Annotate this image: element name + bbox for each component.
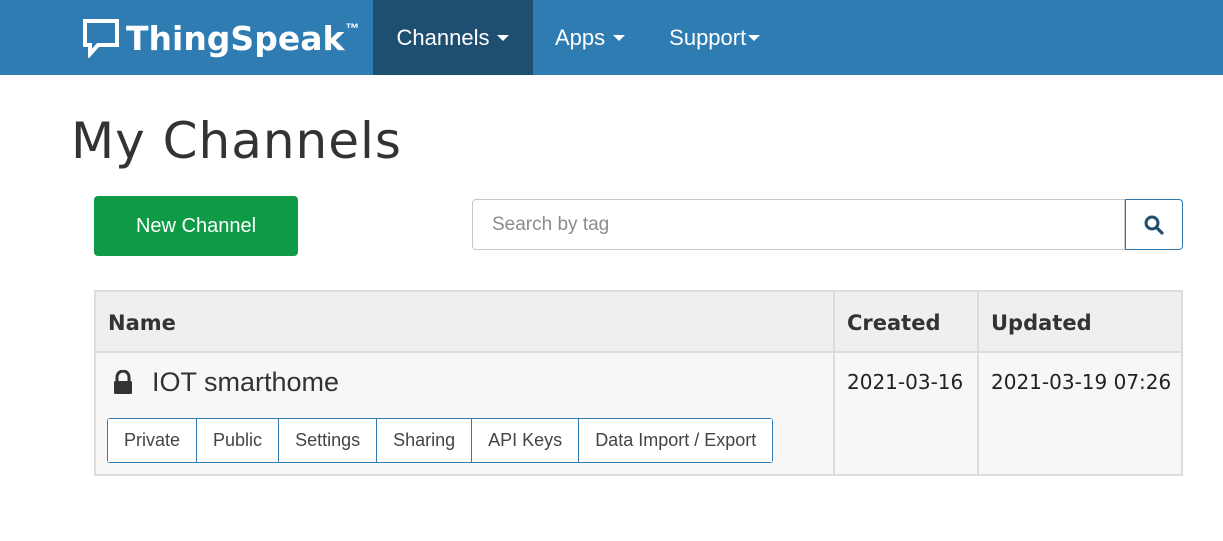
brand-name: ThingSpeak [126, 18, 345, 58]
table-row: IOT smarthome Private Public Settings Sh… [96, 353, 1181, 474]
nav-item-channels[interactable]: Channels [373, 0, 533, 75]
new-channel-button[interactable]: New Channel [94, 196, 298, 256]
top-navbar: ThingSpeak ™ Channels Apps Support [0, 0, 1223, 75]
data-import-export-button[interactable]: Data Import / Export [579, 419, 773, 462]
sharing-button[interactable]: Sharing [377, 419, 473, 462]
search-icon [1144, 215, 1164, 235]
search-button[interactable] [1125, 199, 1183, 250]
speech-bubble-icon [83, 19, 119, 58]
api-keys-button[interactable]: API Keys [472, 419, 580, 462]
tag-search [472, 199, 1183, 250]
header-updated: Updated [991, 310, 1092, 335]
brand-logo[interactable]: ThingSpeak ™ [82, 17, 359, 59]
channel-name[interactable]: IOT smarthome [112, 367, 339, 398]
page-title: My Channels [71, 112, 402, 170]
brand-trademark: ™ [345, 20, 360, 36]
lock-icon [114, 369, 132, 394]
nav-label-support: Support [669, 24, 747, 50]
caret-down-icon [613, 34, 626, 41]
channel-actions: Private Public Settings Sharing API Keys… [107, 418, 774, 463]
search-input[interactable] [472, 199, 1125, 250]
column-divider [977, 292, 979, 474]
caret-down-icon [748, 34, 761, 41]
channels-table: Name Created Updated IOT smarthome Priva… [94, 290, 1183, 476]
main-nav: Channels Apps Support [373, 0, 782, 75]
private-view-button[interactable]: Private [108, 419, 198, 462]
header-created: Created [847, 310, 941, 335]
header-name: Name [108, 310, 176, 335]
public-view-button[interactable]: Public [197, 419, 280, 462]
created-date: 2021-03-16 [847, 370, 964, 394]
settings-button[interactable]: Settings [279, 419, 378, 462]
nav-label-apps: Apps [555, 24, 606, 50]
table-header: Name Created Updated [96, 292, 1181, 353]
nav-label-channels: Channels [396, 24, 490, 50]
updated-date: 2021-03-19 07:26 [991, 370, 1172, 394]
nav-item-support[interactable]: Support [647, 0, 782, 75]
channel-name-label: IOT smarthome [152, 367, 340, 397]
nav-item-apps[interactable]: Apps [533, 0, 647, 75]
column-divider [833, 292, 835, 474]
caret-down-icon [497, 34, 510, 41]
